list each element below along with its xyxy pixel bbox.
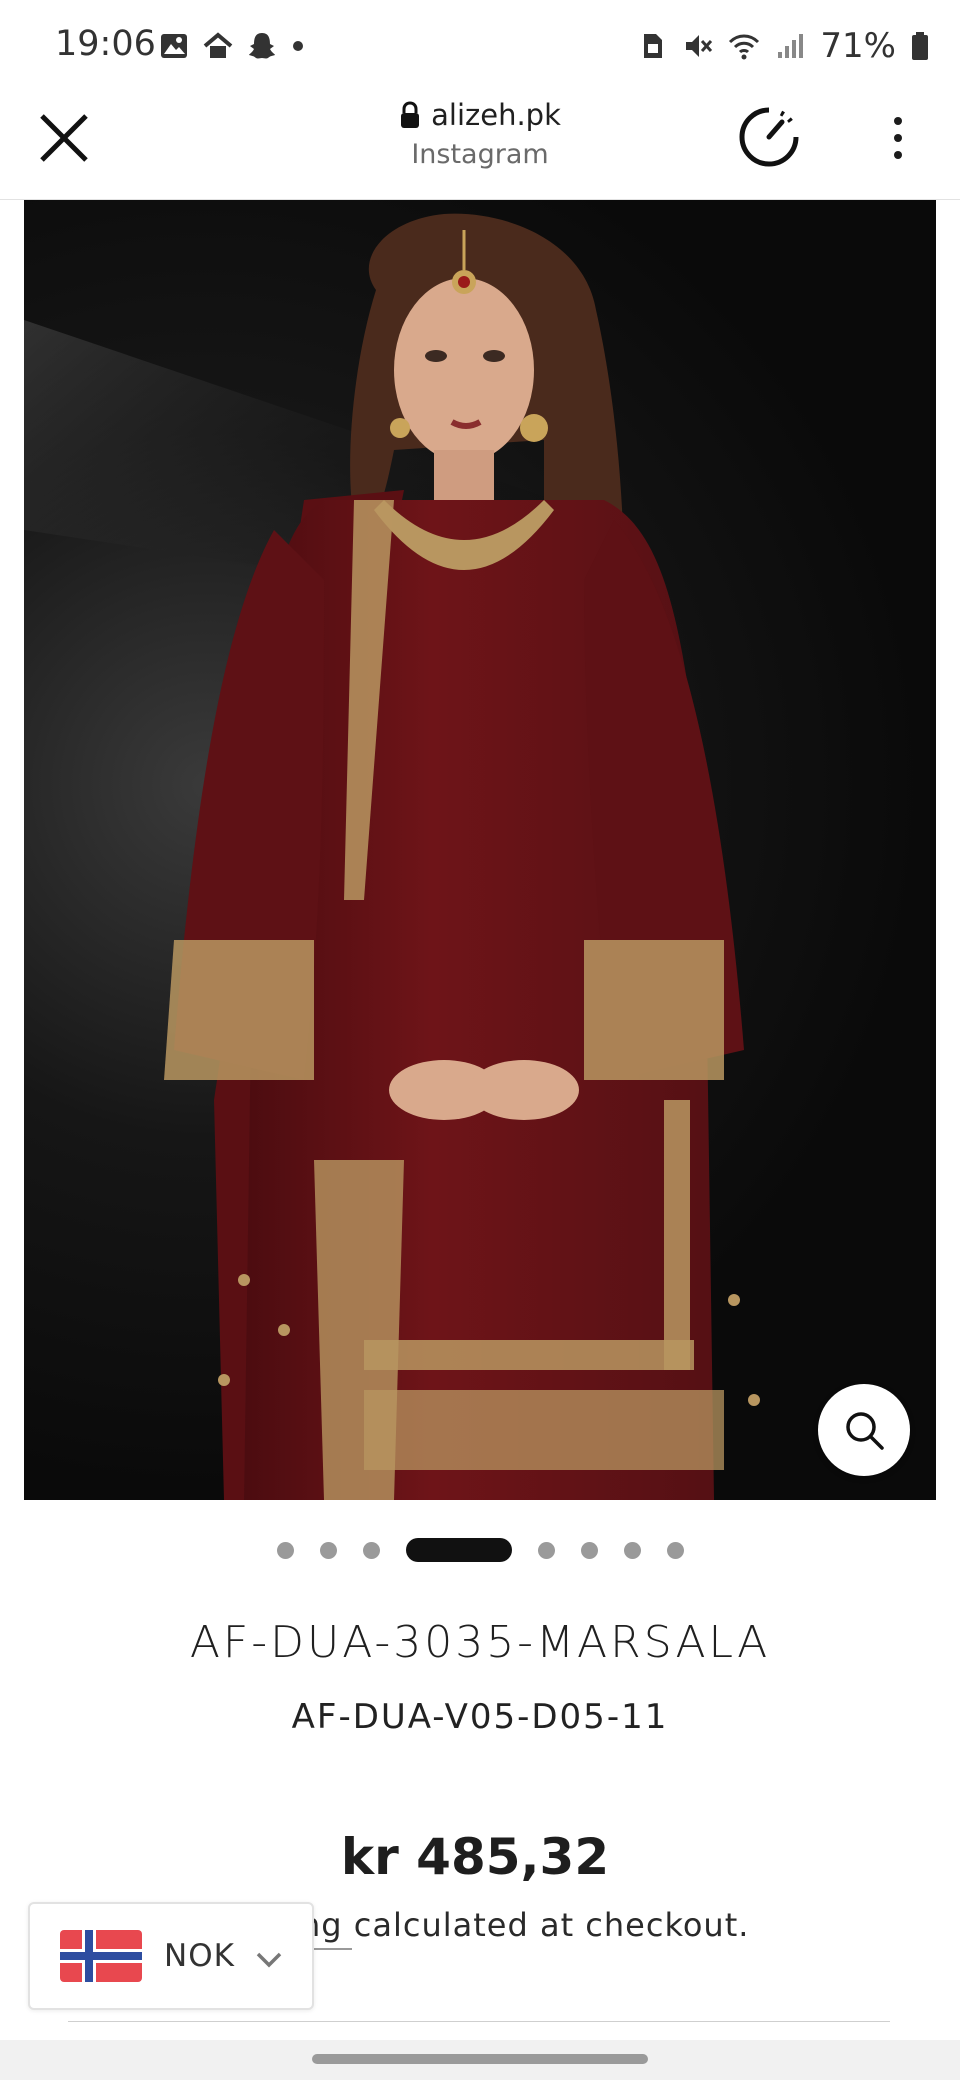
section-divider xyxy=(68,2021,890,2022)
status-bar: 19:06 71% xyxy=(0,0,960,92)
snapchat-ghost-icon xyxy=(249,33,275,59)
image-icon xyxy=(161,34,187,58)
product-price: kr 485,32 xyxy=(340,1828,610,1886)
battery-percent: 71% xyxy=(820,26,896,66)
battery-icon xyxy=(912,32,928,60)
carousel-dot[interactable] xyxy=(319,1541,337,1559)
carousel-dot[interactable] xyxy=(580,1541,598,1559)
lock-icon xyxy=(401,101,420,128)
status-time: 19:06 xyxy=(55,24,156,64)
page-source-label: Instagram xyxy=(411,139,549,170)
browser-toolbar: alizeh.pk Instagram xyxy=(0,92,960,200)
dot-icon xyxy=(293,41,303,51)
home-gesture-handle[interactable] xyxy=(312,2054,648,2064)
more-dot-icon xyxy=(894,151,902,159)
zoom-image-button[interactable] xyxy=(818,1384,910,1476)
product-photo[interactable] xyxy=(24,200,936,1500)
page-domain: alizeh.pk xyxy=(431,98,561,132)
model-in-dress-illustration xyxy=(24,213,760,1500)
chevron-down-icon xyxy=(256,1952,282,1968)
shipping-note: ng calculated at checkout. xyxy=(300,1906,750,1944)
speedometer-icon[interactable] xyxy=(734,102,804,172)
status-notification-icons xyxy=(158,30,306,62)
more-options-button[interactable] xyxy=(876,106,920,170)
magnifier-icon xyxy=(846,1412,884,1450)
product-sku: AF-DUA-V05-D05-11 xyxy=(291,1697,669,1737)
product-title: AF-DUA-3035-MARSALA xyxy=(189,1617,771,1668)
currency-code: NOK xyxy=(164,1938,235,1974)
wifi-icon xyxy=(729,34,760,60)
image-carousel-indicator xyxy=(0,1538,960,1562)
home-roof-icon xyxy=(203,32,233,58)
more-dot-icon xyxy=(894,134,902,142)
address-display[interactable]: alizeh.pk Instagram xyxy=(0,98,960,170)
sim-icon xyxy=(644,34,663,58)
signal-icon xyxy=(778,34,804,58)
status-system-icons: 71% xyxy=(636,26,930,66)
norway-flag-icon xyxy=(60,1930,142,1982)
carousel-dot[interactable] xyxy=(666,1541,684,1559)
more-dot-icon xyxy=(894,117,902,125)
carousel-dot[interactable] xyxy=(276,1541,294,1559)
mute-icon xyxy=(686,35,713,57)
carousel-dot[interactable] xyxy=(537,1541,555,1559)
carousel-dot[interactable] xyxy=(362,1541,380,1559)
carousel-dot-active[interactable] xyxy=(405,1538,512,1562)
currency-selector[interactable]: NOK xyxy=(28,1902,314,2010)
carousel-dot[interactable] xyxy=(623,1541,641,1559)
